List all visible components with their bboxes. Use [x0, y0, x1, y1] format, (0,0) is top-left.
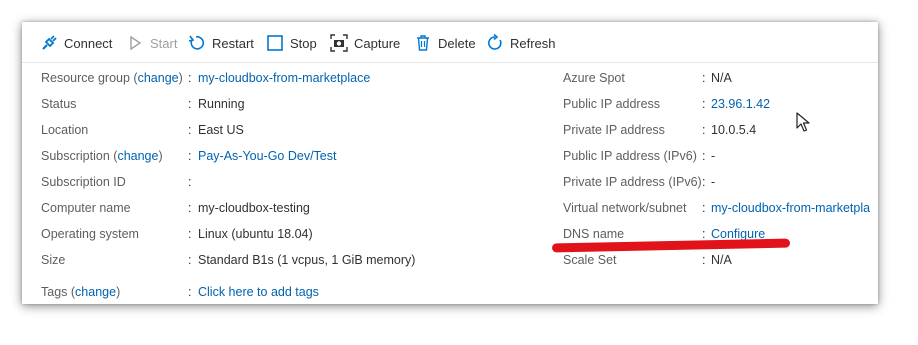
- stop-icon: [266, 34, 284, 52]
- colon: :: [702, 253, 706, 267]
- capture-button[interactable]: Capture: [330, 32, 400, 54]
- colon: :: [702, 201, 706, 215]
- colon: :: [702, 149, 706, 163]
- computer-name-value: my-cloudbox-testing: [198, 201, 310, 215]
- delete-button[interactable]: Delete: [414, 32, 476, 54]
- private-ipv6-value: -: [711, 175, 716, 189]
- capture-label: Capture: [354, 35, 401, 51]
- trash-icon: [414, 34, 432, 52]
- operating-system-label: Operating system: [41, 227, 139, 241]
- start-button[interactable]: Start: [126, 32, 177, 54]
- tags-label: Tags (change): [41, 285, 121, 299]
- resource-group-label: Resource group (change): [41, 71, 183, 85]
- capture-icon: [330, 34, 348, 52]
- azure-spot-label: Azure Spot: [563, 71, 625, 85]
- operating-system-value: Linux (ubuntu 18.04): [198, 227, 313, 241]
- colon: :: [188, 285, 192, 299]
- resource-group-value-link[interactable]: my-cloudbox-from-marketplace: [198, 71, 370, 85]
- size-value: Standard B1s (1 vcpus, 1 GiB memory): [198, 253, 416, 267]
- refresh-icon: [486, 34, 504, 52]
- location-value: East US: [198, 123, 244, 137]
- plug-icon: [40, 34, 58, 52]
- public-ipv6-label: Public IP address (IPv6): [563, 149, 697, 163]
- tags-change-link[interactable]: change: [75, 285, 116, 299]
- colon: :: [188, 201, 192, 215]
- subscription-change-link[interactable]: change: [117, 149, 158, 163]
- status-label: Status: [41, 97, 77, 111]
- start-label: Start: [150, 35, 178, 51]
- scale-set-value: N/A: [711, 253, 732, 267]
- location-label: Location: [41, 123, 89, 137]
- mouse-pointer-icon: [796, 112, 810, 137]
- colon: :: [188, 175, 192, 189]
- colon: :: [188, 97, 192, 111]
- colon: :: [188, 71, 192, 85]
- private-ip-value: 10.0.5.4: [711, 123, 757, 137]
- colon: :: [702, 123, 706, 137]
- colon: :: [702, 97, 706, 111]
- status-value: Running: [198, 97, 245, 111]
- subscription-id-label: Subscription ID: [41, 175, 126, 189]
- vm-overview-panel: Connect Start Restart Stop Capture Delet…: [22, 22, 878, 304]
- play-icon: [126, 34, 144, 52]
- refresh-label: Refresh: [510, 35, 556, 51]
- subscription-value-link[interactable]: Pay-As-You-Go Dev/Test: [198, 149, 336, 163]
- restart-icon: [188, 34, 206, 52]
- private-ip-label: Private IP address: [563, 123, 665, 137]
- colon: :: [702, 227, 706, 241]
- delete-label: Delete: [438, 35, 476, 51]
- refresh-button[interactable]: Refresh: [486, 32, 556, 54]
- scale-set-label: Scale Set: [563, 253, 617, 267]
- connect-label: Connect: [64, 35, 113, 51]
- resource-group-change-link[interactable]: change: [138, 71, 179, 85]
- computer-name-label: Computer name: [41, 201, 131, 215]
- dns-name-label: DNS name: [563, 227, 625, 241]
- public-ip-link[interactable]: 23.96.1.42: [711, 97, 770, 111]
- subscription-label: Subscription (change): [41, 149, 163, 163]
- azure-spot-value: N/A: [711, 71, 732, 85]
- colon: :: [702, 175, 706, 189]
- colon: :: [702, 71, 706, 85]
- stop-button[interactable]: Stop: [266, 32, 317, 54]
- add-tags-link[interactable]: Click here to add tags: [198, 285, 319, 299]
- private-ipv6-label: Private IP address (IPv6): [563, 175, 702, 189]
- colon: :: [188, 149, 192, 163]
- public-ipv6-value: -: [711, 149, 716, 163]
- public-ip-label: Public IP address: [563, 97, 661, 111]
- virtual-network-link[interactable]: my-cloudbox-from-marketpla: [711, 201, 870, 215]
- connect-button[interactable]: Connect: [40, 32, 112, 54]
- command-bar: Connect Start Restart Stop Capture Delet…: [22, 22, 878, 63]
- stop-label: Stop: [290, 35, 317, 51]
- restart-label: Restart: [212, 35, 254, 51]
- colon: :: [188, 253, 192, 267]
- virtual-network-label: Virtual network/subnet: [563, 201, 687, 215]
- size-label: Size: [41, 253, 66, 267]
- colon: :: [188, 123, 192, 137]
- colon: :: [188, 227, 192, 241]
- restart-button[interactable]: Restart: [188, 32, 254, 54]
